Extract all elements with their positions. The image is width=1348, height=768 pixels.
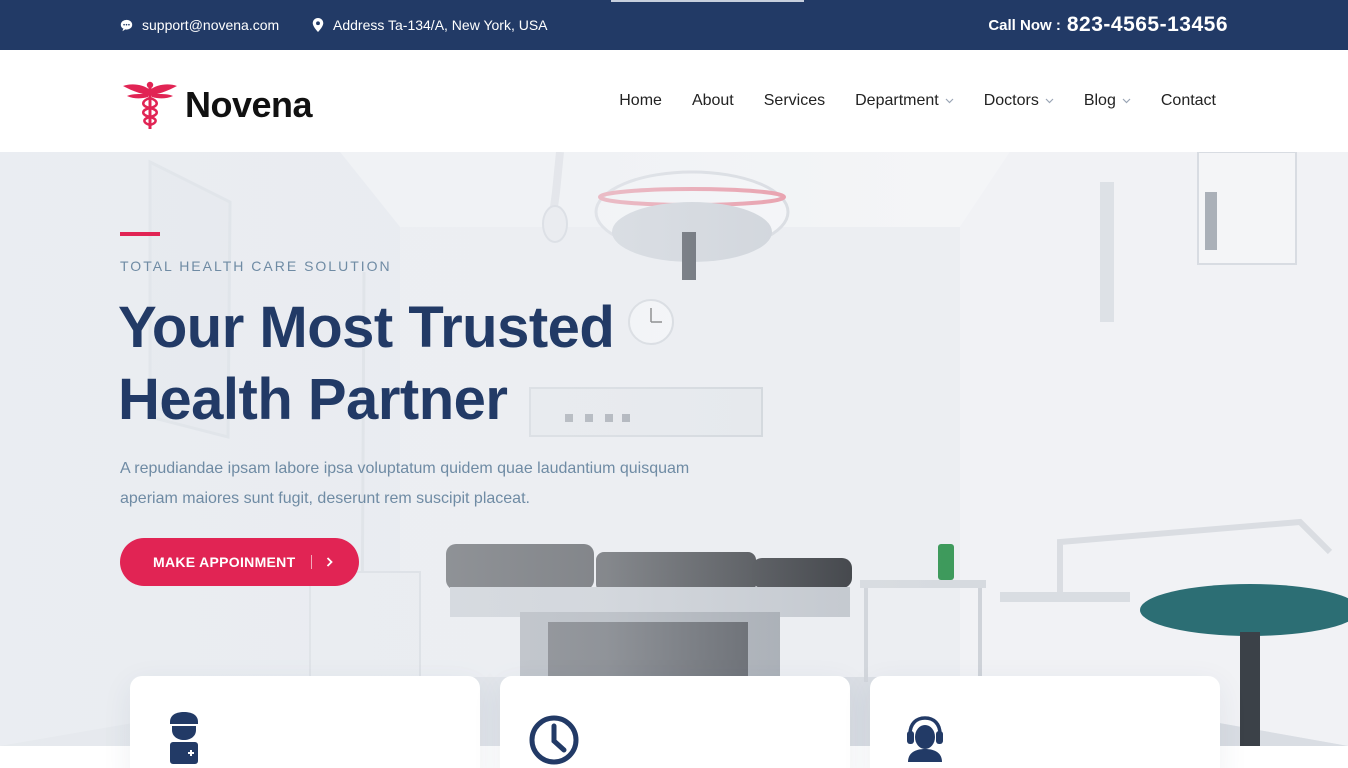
nav-contact[interactable]: Contact — [1161, 92, 1216, 110]
support-agent-icon — [907, 716, 943, 762]
make-appointment-label: MAKE APPOINMENT — [153, 554, 296, 570]
nav-services[interactable]: Services — [764, 92, 825, 110]
nav-blog[interactable]: Blog — [1084, 92, 1131, 110]
nav-contact-label[interactable]: Contact — [1161, 92, 1216, 110]
chevron-down-icon — [1122, 98, 1131, 104]
chat-icon — [120, 19, 133, 31]
top-bar: support@novena.com Address Ta-134/A, New… — [0, 0, 1348, 50]
nav-department[interactable]: Department — [855, 92, 954, 110]
chevron-down-icon — [1045, 98, 1054, 104]
nav-blog-label[interactable]: Blog — [1084, 92, 1116, 110]
call-now-label: Call Now : — [988, 16, 1061, 34]
hero-description: A repudiandae ipsam labore ipsa voluptat… — [120, 460, 690, 507]
hero-headline-line2: Health Partner — [118, 367, 508, 432]
nav-home-label[interactable]: Home — [619, 92, 662, 110]
caduceus-icon — [123, 81, 177, 129]
hero-eyebrow: TOTAL HEALTH CARE SOLUTION — [120, 258, 392, 274]
button-divider — [311, 555, 313, 569]
support-email[interactable]: support@novena.com — [120, 0, 279, 50]
nav-about[interactable]: About — [692, 92, 734, 110]
hero-headline: Your Most Trusted Health Partner — [118, 292, 718, 436]
hero-section: TOTAL HEALTH CARE SOLUTION Your Most Tru… — [0, 152, 1348, 746]
feature-card-emergency — [130, 676, 480, 768]
nav-about-label[interactable]: About — [692, 92, 734, 110]
call-now[interactable]: Call Now : 823-4565-13456 — [988, 0, 1228, 50]
nav-services-label[interactable]: Services — [764, 92, 825, 110]
nav-doctors-label[interactable]: Doctors — [984, 92, 1039, 110]
support-email-text[interactable]: support@novena.com — [142, 17, 279, 33]
hero-overlay — [0, 152, 1348, 746]
feature-card-timing — [500, 676, 850, 768]
map-pin-icon — [312, 18, 324, 32]
brand-name: Novena — [185, 84, 313, 125]
chevron-right-icon — [327, 557, 334, 567]
chevron-down-icon — [945, 98, 954, 104]
nav-home[interactable]: Home — [619, 92, 662, 110]
address-text: Address Ta-134/A, New York, USA — [333, 17, 548, 33]
doctor-icon — [170, 712, 198, 764]
brand-logo[interactable]: Novena — [121, 80, 313, 130]
clock-icon — [529, 715, 579, 765]
call-now-number[interactable]: 823-4565-13456 — [1067, 13, 1228, 37]
hero-headline-line1: Your Most Trusted — [118, 295, 615, 360]
nav-doctors[interactable]: Doctors — [984, 92, 1054, 110]
nav-department-label[interactable]: Department — [855, 92, 939, 110]
make-appointment-button[interactable]: MAKE APPOINMENT — [120, 538, 359, 586]
top-bar-indicator — [611, 0, 804, 2]
main-navbar: Novena Home About Services Department Do… — [0, 50, 1348, 152]
hero-accent-dash — [120, 232, 160, 236]
feature-card-support — [870, 676, 1220, 768]
address: Address Ta-134/A, New York, USA — [312, 0, 548, 50]
main-menu: Home About Services Department Doctors B… — [589, 50, 1216, 152]
